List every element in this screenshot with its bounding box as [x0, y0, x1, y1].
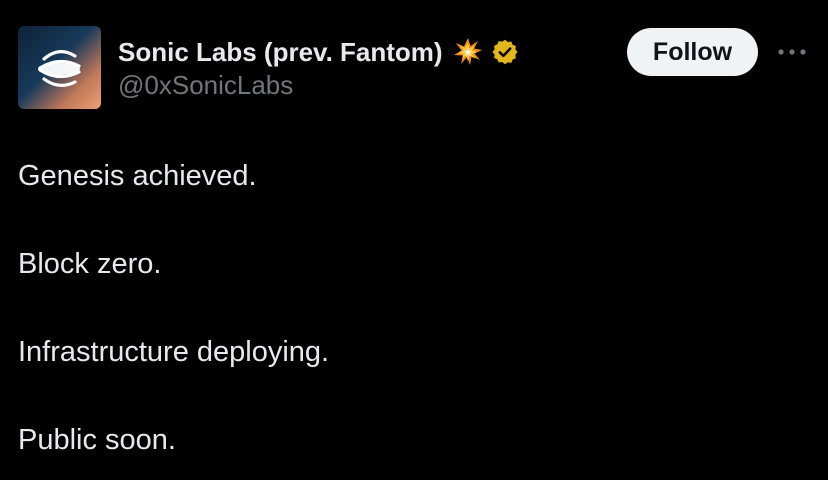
avatar[interactable] [18, 26, 101, 109]
more-dots-icon [778, 49, 806, 55]
author-display-name[interactable]: Sonic Labs (prev. Fantom) [118, 37, 443, 68]
author-name-row: Sonic Labs (prev. Fantom) [118, 34, 519, 70]
tweet-text-line: Genesis achieved. [18, 160, 257, 192]
verified-badge-icon[interactable] [491, 38, 519, 66]
tweet-text-line: Block zero. [18, 248, 162, 280]
tweet-text-line: Infrastructure deploying. [18, 336, 330, 368]
more-options-button[interactable] [773, 38, 811, 66]
author-handle[interactable]: @0xSonicLabs [118, 70, 293, 101]
tweet-card: Sonic Labs (prev. Fantom) @0xSonicLabs F… [0, 0, 828, 480]
sonic-labs-logo-icon [18, 26, 101, 109]
follow-button[interactable]: Follow [627, 28, 758, 76]
tweet-text-line: Public soon. [18, 424, 176, 456]
collision-emoji-icon [453, 37, 483, 67]
